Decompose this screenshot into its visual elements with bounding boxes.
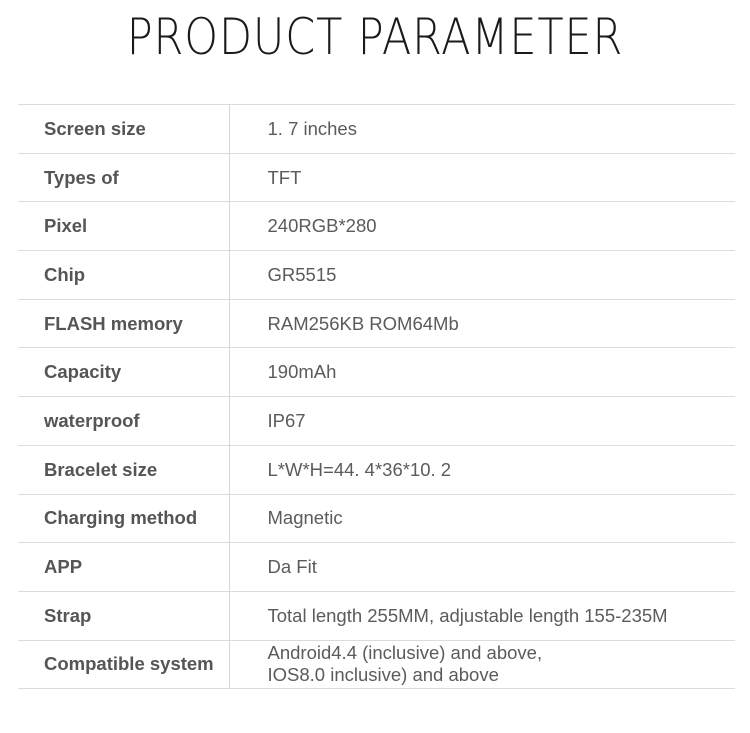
parameter-label: Types of bbox=[18, 153, 230, 202]
parameter-value: TFT bbox=[229, 153, 735, 202]
parameter-value-line: TFT bbox=[267, 166, 302, 188]
parameter-value-line: Android4.4 (inclusive) and above, bbox=[267, 642, 543, 664]
parameter-value-line: GR5515 bbox=[267, 263, 337, 285]
parameter-value-line: 190mAh bbox=[267, 361, 337, 383]
parameter-row: Pixel 240RGB*280 bbox=[18, 201, 735, 251]
parameter-row: Bracelet size L*W*H=44. 4*36*10. 2 bbox=[18, 445, 735, 494]
parameter-value: 1. 7 inches bbox=[229, 105, 735, 154]
parameter-label: Charging method bbox=[18, 494, 230, 543]
parameter-row: waterproof IP67 bbox=[18, 396, 735, 446]
parameter-value-line: 240RGB*280 bbox=[267, 215, 377, 237]
parameter-value-line: RAM256KB ROM64Mb bbox=[267, 312, 459, 334]
parameter-value-line: 1. 7 inches bbox=[267, 117, 357, 139]
parameter-row: Charging method Magnetic bbox=[18, 494, 735, 543]
parameter-value: 190mAh bbox=[229, 348, 735, 397]
parameter-value: RAM256KB ROM64Mb bbox=[229, 299, 735, 348]
parameter-value-line: Total length 255MM, adjustable length 15… bbox=[267, 604, 668, 626]
parameter-value: Android4.4 (inclusive) and above, IOS8.0 … bbox=[229, 640, 735, 689]
parameter-label: Chip bbox=[18, 250, 230, 300]
parameter-value-line: L*W*H=44. 4*36*10. 2 bbox=[267, 458, 452, 480]
parameter-value: IP67 bbox=[229, 397, 735, 446]
parameter-row: Screen size 1. 7 inches bbox=[18, 104, 735, 154]
parameter-row: APP Da Fit bbox=[18, 542, 735, 592]
parameter-value: GR5515 bbox=[229, 251, 735, 300]
parameter-table: Screen size 1. 7 inches Types of TFT Pixel 24… bbox=[18, 104, 735, 689]
parameter-value-line: IP67 bbox=[267, 409, 306, 431]
parameter-row: Capacity 190mAh bbox=[18, 347, 735, 397]
parameter-row: Compatible system Android4.4 (inclusive) … bbox=[18, 640, 735, 689]
parameter-value: 240RGB*280 bbox=[229, 202, 735, 251]
parameter-label: Capacity bbox=[18, 347, 230, 397]
parameter-value: L*W*H=44. 4*36*10. 2 bbox=[229, 445, 735, 494]
page-title: PRODUCT PARAMETER bbox=[126, 8, 624, 66]
parameter-row: Strap Total length 255MM, adjustable leng… bbox=[18, 591, 735, 641]
parameter-value: Magnetic bbox=[229, 494, 735, 543]
parameter-label: Screen size bbox=[18, 104, 230, 154]
parameter-value: Da Fit bbox=[229, 543, 735, 592]
parameter-label: waterproof bbox=[18, 396, 230, 446]
parameter-row: Types of TFT bbox=[18, 153, 735, 202]
parameter-label: FLASH memory bbox=[18, 299, 230, 348]
parameter-value-line: IOS8.0 inclusive) and above bbox=[267, 664, 499, 686]
parameter-row: Chip GR5515 bbox=[18, 250, 735, 300]
parameter-label: Pixel bbox=[18, 201, 230, 251]
parameter-value-line: Magnetic bbox=[267, 507, 343, 529]
parameter-row: FLASH memory RAM256KB ROM64Mb bbox=[18, 299, 735, 348]
parameter-label: APP bbox=[18, 542, 230, 592]
parameter-value-line: Da Fit bbox=[267, 556, 317, 578]
parameter-label: Compatible system bbox=[18, 640, 230, 689]
parameter-label: Bracelet size bbox=[18, 445, 230, 494]
parameter-label: Strap bbox=[18, 591, 230, 641]
parameter-value: Total length 255MM, adjustable length 15… bbox=[229, 591, 735, 640]
